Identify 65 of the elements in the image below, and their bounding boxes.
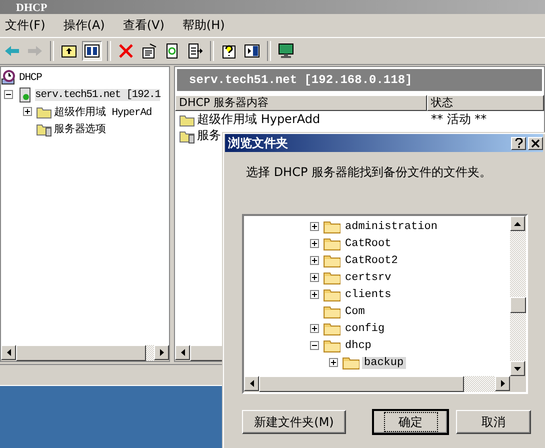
expand-icon[interactable] xyxy=(310,256,319,265)
right-arrow-icon[interactable] xyxy=(500,380,504,387)
menu-item[interactable]: 操作(A) xyxy=(63,17,105,34)
dialog-prompt: 选择 DHCP 服务器能找到备份文件的文件夹。 xyxy=(246,164,493,181)
expand-icon[interactable] xyxy=(310,290,319,299)
collapse-icon[interactable] xyxy=(4,90,13,99)
folder-item[interactable]: Com xyxy=(343,306,367,318)
monitor-icon[interactable] xyxy=(276,41,296,61)
menu-item[interactable]: 查看(V) xyxy=(122,17,164,34)
folder-item[interactable]: backup xyxy=(362,356,406,368)
dialog-button[interactable]: 取消 xyxy=(456,410,531,434)
tree-item[interactable]: DHCP xyxy=(19,72,42,84)
folder-icon xyxy=(323,219,341,234)
folder-icon xyxy=(323,321,341,336)
left-arrow-icon[interactable] xyxy=(180,349,184,356)
pane-title: serv.tech51.net [192.168.0.118] xyxy=(189,73,412,87)
folder-icon xyxy=(323,236,341,251)
tree-item[interactable]: 超级作用域 HyperAd xyxy=(54,104,152,118)
expand-icon[interactable] xyxy=(329,358,338,367)
window-title: DHCP xyxy=(16,2,48,14)
dialog-button[interactable]: 新建文件夹(M) xyxy=(242,410,346,434)
left-arrow-icon[interactable] xyxy=(6,349,10,356)
expand-icon[interactable] xyxy=(23,107,32,116)
folder-icon xyxy=(323,253,341,268)
folder-icon xyxy=(323,304,341,319)
folder-item[interactable]: CatRoot2 xyxy=(343,254,400,266)
expand-icon[interactable] xyxy=(310,273,319,282)
tree-item[interactable]: serv.tech51.net [192.1 xyxy=(35,88,160,100)
folder-icon xyxy=(323,270,341,285)
dialog-button[interactable]: 确定 xyxy=(373,410,448,434)
folder-item[interactable]: dhcp xyxy=(343,340,374,352)
column-header[interactable]: 状态 xyxy=(427,95,544,111)
folder-item[interactable]: administration xyxy=(343,220,440,232)
right-arrow-icon[interactable] xyxy=(160,349,164,356)
expand-icon[interactable] xyxy=(310,324,319,333)
expand-icon[interactable] xyxy=(310,239,319,248)
folder-item[interactable]: certsrv xyxy=(343,272,394,284)
folder-icon xyxy=(323,338,341,353)
folder-item[interactable]: config xyxy=(343,322,387,334)
folder-icon xyxy=(342,355,360,370)
expand-icon[interactable] xyxy=(310,222,319,231)
scrollbar-thumb[interactable] xyxy=(259,376,464,392)
up-arrow-icon[interactable] xyxy=(514,222,521,226)
help-icon[interactable] xyxy=(511,136,526,150)
folder-item[interactable]: CatRoot xyxy=(343,238,394,250)
menu-item[interactable]: 文件(F) xyxy=(5,17,46,34)
dialog-title: 浏览文件夹 xyxy=(228,134,289,152)
scrollbar-thumb[interactable] xyxy=(510,297,526,313)
scrollbar-track[interactable] xyxy=(146,345,154,361)
table-cell: ** 活动 ** xyxy=(431,111,487,128)
column-header[interactable]: DHCP 服务器内容 xyxy=(175,95,427,111)
menu-item[interactable]: 帮助(H) xyxy=(182,17,225,34)
vertical-scrollbar[interactable] xyxy=(510,216,526,376)
scrollbar-thumb[interactable] xyxy=(16,345,146,361)
table-cell: 服务 xyxy=(197,127,221,144)
down-arrow-icon[interactable] xyxy=(514,366,521,370)
tree-item[interactable]: 服务器选项 xyxy=(54,122,106,136)
folder-item[interactable]: clients xyxy=(343,288,394,300)
table-cell: 超级作用域 HyperAdd xyxy=(197,111,320,128)
left-arrow-icon[interactable] xyxy=(250,380,254,387)
collapse-icon[interactable] xyxy=(310,341,319,350)
horizontal-scrollbar[interactable] xyxy=(1,345,169,361)
server-icon xyxy=(17,86,33,102)
folder-icon xyxy=(323,287,341,302)
close-icon[interactable] xyxy=(528,136,543,150)
